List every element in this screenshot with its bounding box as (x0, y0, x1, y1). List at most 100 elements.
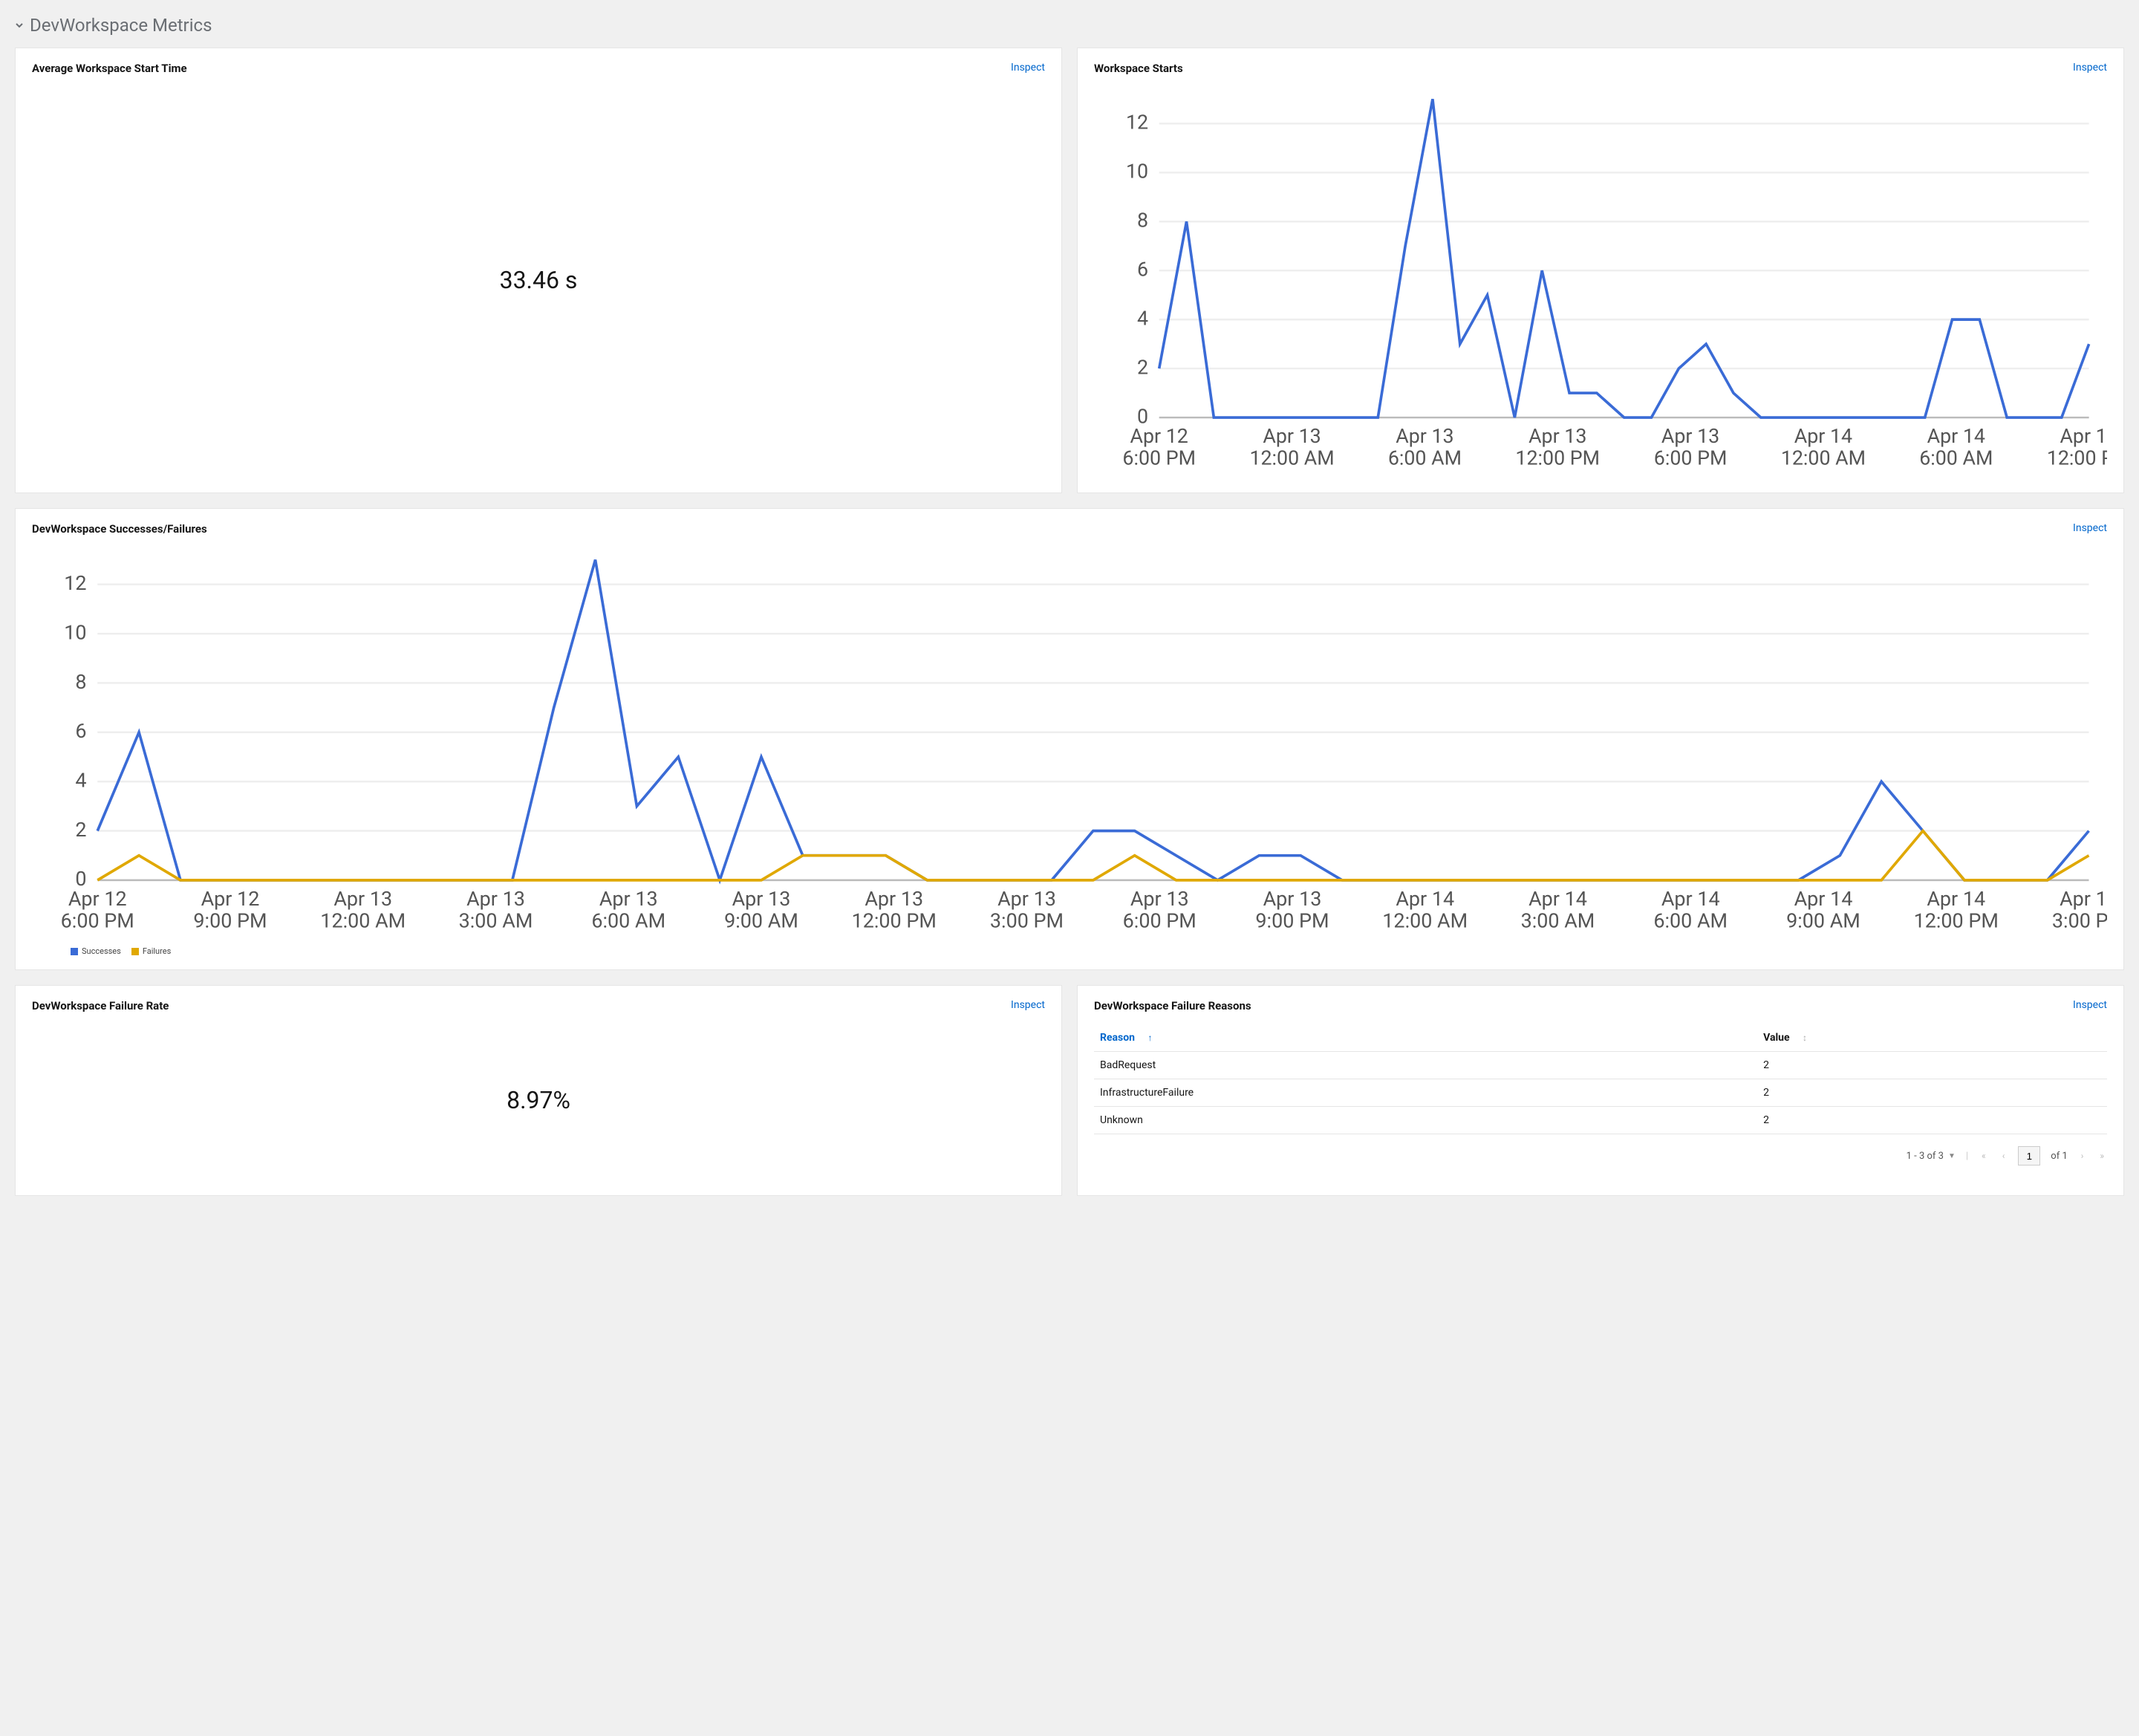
chart-legend: Successes Failures (32, 942, 2107, 956)
legend-label: Failures (143, 946, 171, 956)
chart-successes-failures: 024681012Apr 126:00 PMApr 129:00 PMApr 1… (32, 542, 2107, 942)
col-header-reason[interactable]: Reason ↑ (1094, 1024, 1757, 1052)
svg-text:Apr 14: Apr 14 (1927, 424, 1985, 448)
pager-range-text: 1 - 3 of 3 (1907, 1151, 1944, 1162)
svg-text:Apr 13: Apr 13 (865, 887, 923, 911)
svg-text:Apr 13: Apr 13 (997, 887, 1056, 911)
svg-text:3:00 PM: 3:00 PM (990, 908, 1064, 932)
avg-start-value: 33.46 s (32, 81, 1045, 479)
col-header-label: Reason (1100, 1032, 1135, 1044)
inspect-link[interactable]: Inspect (2073, 522, 2107, 534)
svg-text:Apr 14: Apr 14 (1794, 424, 1852, 448)
svg-text:6:00 AM: 6:00 AM (591, 908, 665, 932)
svg-text:Apr 12: Apr 12 (1130, 424, 1188, 448)
svg-text:6:00 AM: 6:00 AM (1388, 446, 1462, 469)
svg-text:6:00 PM: 6:00 PM (1654, 446, 1728, 469)
svg-text:Apr 13: Apr 13 (1396, 424, 1453, 448)
cell-reason: Unknown (1094, 1107, 1757, 1134)
svg-text:12:00 PM: 12:00 PM (852, 908, 937, 932)
failure-reasons-table: Reason ↑ Value ↕ BadRequest2Infrastructu… (1094, 1024, 2107, 1134)
svg-text:Apr 13: Apr 13 (732, 887, 791, 911)
svg-text:12:00 AM: 12:00 AM (1382, 908, 1468, 932)
svg-text:4: 4 (75, 768, 86, 792)
svg-text:Apr 13: Apr 13 (466, 887, 525, 911)
section-title: DevWorkspace Metrics (30, 15, 212, 36)
table-row: InfrastructureFailure2 (1094, 1079, 2107, 1107)
svg-text:3:00 PM: 3:00 PM (2052, 908, 2107, 932)
svg-text:Apr 14: Apr 14 (1794, 887, 1853, 911)
svg-text:10: 10 (1126, 160, 1148, 183)
svg-text:12:00 AM: 12:00 AM (1781, 446, 1866, 469)
table-row: Unknown2 (1094, 1107, 2107, 1134)
svg-text:Apr 13: Apr 13 (1528, 424, 1586, 448)
svg-text:9:00 AM: 9:00 AM (1786, 908, 1860, 932)
svg-text:12:00 AM: 12:00 AM (320, 908, 406, 932)
svg-text:6:00 PM: 6:00 PM (1123, 908, 1197, 932)
legend-swatch-icon (71, 948, 78, 955)
col-header-value[interactable]: Value ↕ (1757, 1024, 2107, 1052)
svg-text:6:00 AM: 6:00 AM (1919, 446, 1993, 469)
svg-text:Apr 14: Apr 14 (1396, 887, 1454, 911)
inspect-link[interactable]: Inspect (1011, 999, 1045, 1011)
panel-title: Workspace Starts (1094, 62, 1183, 75)
panel-avg-start-time: Average Workspace Start Time Inspect 33.… (15, 48, 1062, 493)
legend-item-failures[interactable]: Failures (131, 946, 171, 956)
legend-swatch-icon (131, 948, 139, 955)
svg-text:Apr 13: Apr 13 (1263, 887, 1322, 911)
panel-successes-failures: DevWorkspace Successes/Failures Inspect … (15, 508, 2124, 970)
svg-text:9:00 AM: 9:00 AM (724, 908, 798, 932)
pager-prev-icon[interactable]: ‹ (1999, 1149, 2008, 1163)
svg-text:6:00 PM: 6:00 PM (61, 908, 134, 932)
svg-text:9:00 PM: 9:00 PM (193, 908, 267, 932)
svg-text:Apr 13: Apr 13 (599, 887, 658, 911)
inspect-link[interactable]: Inspect (2073, 62, 2107, 74)
pager-next-icon[interactable]: › (2078, 1149, 2087, 1163)
pager-first-icon[interactable]: « (1979, 1149, 1989, 1163)
svg-text:10: 10 (64, 620, 86, 644)
panel-workspace-starts: Workspace Starts Inspect 024681012Apr 12… (1077, 48, 2124, 493)
table-pager: 1 - 3 of 3 ▼ | « ‹ of 1 › » (1094, 1146, 2107, 1166)
svg-text:8: 8 (1137, 209, 1148, 233)
chevron-down-icon: ▼ (1948, 1152, 1956, 1160)
cell-value: 2 (1757, 1079, 2107, 1107)
svg-text:2: 2 (1137, 355, 1148, 379)
svg-text:12: 12 (1126, 111, 1148, 134)
svg-text:Apr 12: Apr 12 (68, 887, 127, 911)
pager-last-icon[interactable]: » (2097, 1149, 2107, 1163)
svg-text:12: 12 (64, 571, 86, 595)
cell-reason: BadRequest (1094, 1052, 1757, 1079)
inspect-link[interactable]: Inspect (1011, 62, 1045, 74)
svg-text:12:00 PM: 12:00 PM (1515, 446, 1600, 469)
pager-range[interactable]: 1 - 3 of 3 ▼ (1907, 1151, 1956, 1162)
svg-text:6: 6 (1137, 257, 1148, 281)
cell-value: 2 (1757, 1052, 2107, 1079)
panel-title: DevWorkspace Successes/Failures (32, 522, 207, 536)
svg-text:9:00 PM: 9:00 PM (1255, 908, 1329, 932)
svg-text:4: 4 (1137, 306, 1148, 330)
svg-text:3:00 AM: 3:00 AM (459, 908, 533, 932)
section-toggle[interactable]: DevWorkspace Metrics (15, 15, 2124, 36)
svg-text:Apr 14: Apr 14 (1661, 887, 1720, 911)
cell-value: 2 (1757, 1107, 2107, 1134)
svg-text:6:00 AM: 6:00 AM (1653, 908, 1728, 932)
legend-item-successes[interactable]: Successes (71, 946, 121, 956)
svg-text:Apr 14: Apr 14 (2060, 424, 2107, 448)
svg-text:Apr 14: Apr 14 (2060, 887, 2107, 911)
svg-text:Apr 13: Apr 13 (1130, 887, 1189, 911)
svg-text:Apr 13: Apr 13 (333, 887, 392, 911)
legend-label: Successes (82, 946, 121, 956)
failure-rate-value: 8.97% (32, 1018, 1045, 1182)
svg-text:6: 6 (75, 719, 86, 743)
svg-text:Apr 13: Apr 13 (1263, 424, 1321, 448)
inspect-link[interactable]: Inspect (2073, 999, 2107, 1011)
sort-asc-icon: ↑ (1147, 1033, 1152, 1043)
pager-page-input[interactable] (2018, 1146, 2040, 1166)
sort-neutral-icon: ↕ (1803, 1033, 1807, 1043)
cell-reason: InfrastructureFailure (1094, 1079, 1757, 1107)
svg-text:Apr 13: Apr 13 (1661, 424, 1719, 448)
table-row: BadRequest2 (1094, 1052, 2107, 1079)
svg-text:Apr 14: Apr 14 (1927, 887, 1985, 911)
pager-of-text: of 1 (2051, 1151, 2067, 1162)
panel-title: DevWorkspace Failure Rate (32, 999, 169, 1012)
svg-text:12:00 PM: 12:00 PM (1914, 908, 1999, 932)
